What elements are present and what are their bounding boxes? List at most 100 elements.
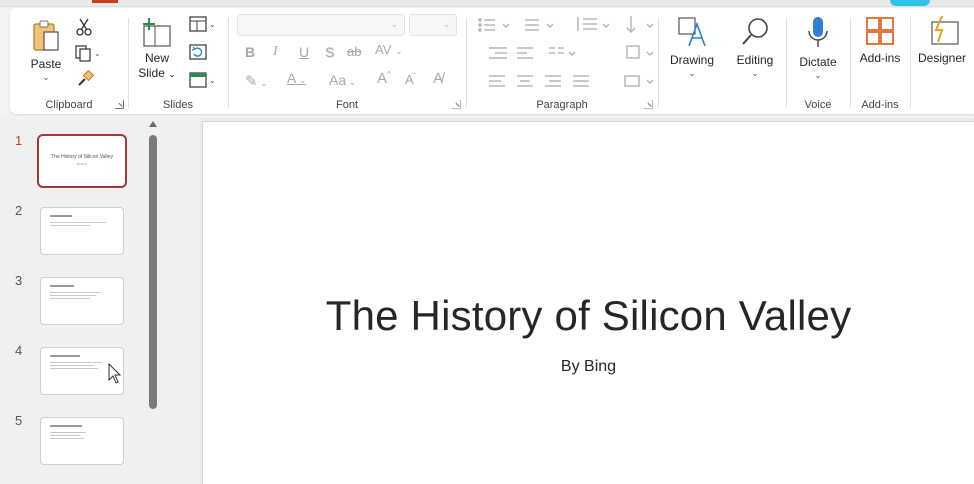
font-name-dropdown[interactable]: ⌄ (237, 14, 405, 36)
slide-number: 1 (15, 133, 23, 148)
paragraph-group: Paragraph (467, 8, 657, 114)
thumbnail-text-line (50, 438, 84, 439)
bold-button[interactable]: B (245, 44, 255, 60)
designer-button[interactable]: Designer (916, 14, 974, 66)
reset-button[interactable] (189, 44, 207, 60)
slides-group: New Slide ⌄ ⌄ ⌄ Slides (129, 8, 227, 114)
thumbnail-text-line (50, 435, 80, 436)
paste-button[interactable]: Paste ⌄ (24, 18, 68, 82)
editing-button[interactable]: Editing ⌄ (728, 14, 782, 78)
dictate-label: Dictate (799, 55, 837, 69)
cut-button[interactable] (76, 18, 92, 36)
underline-button[interactable]: U (299, 44, 309, 60)
grow-font-button[interactable]: A^ (377, 70, 391, 87)
chevron-down-icon[interactable]: ⌄ (209, 20, 216, 29)
chevron-down-icon[interactable]: ⌄ (209, 76, 216, 85)
layout-button[interactable]: ⌄ (189, 16, 216, 32)
slide-title[interactable]: The History of Silicon Valley (203, 292, 974, 340)
group-divider (910, 18, 911, 108)
chevron-down-icon[interactable]: ⌄ (94, 49, 101, 58)
copy-button[interactable]: ⌄ (74, 44, 101, 62)
voice-group: Dictate ⌄ Voice (787, 8, 849, 114)
section-icon (189, 72, 207, 88)
scroll-up-arrow-icon[interactable] (149, 121, 157, 127)
current-slide[interactable]: The History of Silicon Valley By Bing (202, 121, 974, 484)
addins-button[interactable]: Add-ins (851, 16, 909, 66)
slide-subtitle[interactable]: By Bing (203, 358, 974, 376)
chevron-down-icon[interactable]: ⌄ (728, 68, 782, 78)
new-slide-label-line2: Slide ⌄ (138, 66, 176, 80)
thumbnail-subtitle: By Bing (76, 162, 88, 166)
microphone-icon (808, 17, 828, 47)
thumbnail-heading-line (50, 425, 82, 427)
format-painter-icon (78, 70, 94, 86)
clipboard-group-label: Clipboard (45, 99, 93, 111)
search-icon (742, 18, 768, 45)
title-bar-strip (0, 0, 974, 7)
thumbnail-heading-line (50, 355, 80, 357)
addins-group: Add-ins Add-ins (851, 8, 909, 114)
thumbnail-text-line (50, 225, 90, 226)
paragraph-group-label: Paragraph (536, 99, 588, 111)
shrink-font-button[interactable]: Aˇ (405, 72, 416, 87)
dictate-button[interactable]: Dictate ⌄ (791, 14, 845, 80)
change-case-button[interactable]: Aa ⌄ (329, 72, 356, 88)
paragraph-controls-icon (478, 16, 654, 87)
thumbnail-text-line (50, 295, 96, 296)
voice-group-label: Voice (804, 99, 832, 111)
active-tab-indicator (92, 0, 118, 3)
designer-label: Designer (918, 51, 967, 65)
copy-icon (75, 45, 91, 62)
new-slide-label-line1: New (144, 51, 169, 65)
font-dialog-launcher-icon[interactable] (452, 100, 461, 109)
mouse-pointer-icon (108, 363, 122, 384)
clear-formatting-icon[interactable]: A̸ (433, 70, 443, 87)
clipboard-dialog-launcher-icon[interactable] (115, 100, 124, 109)
slide-thumbnail-1[interactable]: The History of Silicon Valley By Bing (37, 134, 127, 188)
designer-icon (931, 15, 959, 45)
strikethrough-button[interactable]: ab (347, 44, 361, 59)
paste-label: Paste (30, 57, 62, 71)
addins-icon (866, 17, 894, 45)
highlight-button[interactable]: ✎ ⌄ (245, 72, 268, 90)
thumbnail-text-line (50, 432, 86, 433)
thumbnail-heading-line (50, 285, 74, 287)
font-size-dropdown[interactable]: ⌄ (409, 14, 457, 36)
group-divider (658, 18, 659, 108)
thumbnail-text-line (50, 298, 90, 299)
chevron-down-icon[interactable]: ⌄ (791, 70, 845, 80)
format-painter-button[interactable] (76, 70, 94, 88)
drawing-button[interactable]: Drawing ⌄ (662, 14, 722, 78)
scrollbar-thumb[interactable] (149, 135, 157, 409)
slides-group-label: Slides (163, 99, 193, 111)
thumbnail-text-line (50, 368, 98, 369)
slide-thumbnail-2[interactable] (40, 207, 124, 255)
chevron-down-icon[interactable]: ⌄ (24, 72, 68, 82)
new-slide-icon (143, 18, 171, 47)
scissors-icon (76, 18, 92, 36)
italic-button[interactable]: I (273, 44, 278, 60)
shadow-button[interactable]: S (325, 44, 334, 60)
editing-label: Editing (736, 53, 774, 67)
section-button[interactable]: ⌄ (189, 72, 216, 88)
slide-number: 5 (15, 413, 23, 428)
character-spacing-button[interactable]: AV ⌄ (375, 42, 403, 57)
new-slide-button[interactable]: New Slide ⌄ (135, 18, 179, 82)
copilot-icon[interactable] (890, 0, 930, 6)
font-group: ⌄ ⌄ B I U S ab AV ⌄ ✎ ⌄ A ⌄ Aa ⌄ A^ Aˇ A… (229, 8, 465, 114)
thumbnail-heading-line (50, 215, 72, 217)
reset-slide-icon (189, 44, 207, 60)
slide-thumbnail-5[interactable] (40, 417, 124, 465)
slide-thumbnail-3[interactable] (40, 277, 124, 325)
addins-group-label: Add-ins (861, 99, 899, 111)
slide-thumbnails-panel: 1 The History of Silicon Valley By Bing … (0, 118, 200, 484)
paragraph-dialog-launcher-icon[interactable] (644, 100, 653, 109)
slide-number: 3 (15, 273, 23, 288)
paste-icon (33, 20, 59, 51)
slide-number: 4 (15, 343, 23, 358)
chevron-down-icon: ⌄ (390, 19, 398, 29)
chevron-down-icon[interactable]: ⌄ (662, 68, 722, 78)
thumbnail-text-line (50, 292, 100, 293)
drawing-label: Drawing (669, 53, 714, 67)
font-color-button[interactable]: A ⌄ (287, 70, 306, 86)
